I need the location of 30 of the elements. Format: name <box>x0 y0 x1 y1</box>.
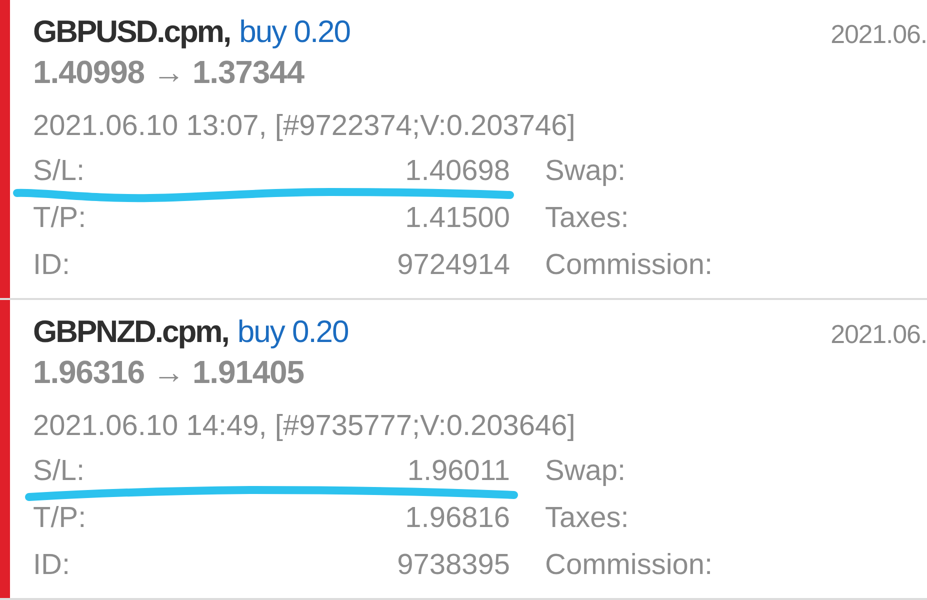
trade-card[interactable]: GBPNZD.cpm, buy 0.20 2021.06. 1.96316 → 1.91405 2021.06.10 14:49, [#9735777;V:0.203646] S/L: 1.96011 Swap: T/P: 1.96816 Taxes: ID: 9738395 Commission: <box>0 300 927 600</box>
field-label: Taxes: <box>545 202 629 232</box>
price-range: 1.40998 → 1.37344 <box>33 54 304 90</box>
order-label: buy 0.20 <box>237 313 348 351</box>
field-value: 1.40698 <box>405 156 510 186</box>
field-label: T/P: <box>33 502 86 532</box>
order-info: 2021.06.10 13:07, [#9722374;V:0.203746] <box>33 109 576 144</box>
field-label: Swap: <box>545 156 626 186</box>
symbol-name: GBPUSD.cpm, <box>33 13 230 51</box>
field-label: Commission: <box>545 250 713 280</box>
field-label: ID: <box>33 250 70 280</box>
symbol-name: GBPNZD.cpm, <box>33 313 228 351</box>
order-label: buy 0.20 <box>239 13 350 51</box>
field-label: Swap: <box>545 456 626 486</box>
field-label: Taxes: <box>545 502 629 532</box>
close-date: 2021.06. <box>830 318 927 351</box>
field-value: 9724914 <box>397 250 510 280</box>
close-date: 2021.06. <box>830 18 927 51</box>
field-label: S/L: <box>33 456 85 486</box>
field-value: 1.96816 <box>405 502 510 532</box>
price-range: 1.96316 → 1.91405 <box>33 354 304 390</box>
field-value: 1.41500 <box>405 202 510 232</box>
field-value: 9738395 <box>397 550 510 580</box>
field-label: ID: <box>33 550 70 580</box>
trade-card[interactable]: GBPUSD.cpm, buy 0.20 2021.06. 1.40998 → 1.37344 2021.06.10 13:07, [#9722374;V:0.203746] S/L: 1.40698 Swap: T/P: 1.41500 Taxes: ID: 9724914 Commission: <box>0 0 927 300</box>
field-value: 1.96011 <box>407 456 510 486</box>
order-info: 2021.06.10 14:49, [#9735777;V:0.203646] <box>33 409 576 444</box>
field-label: S/L: <box>33 156 85 186</box>
field-label: Commission: <box>545 550 713 580</box>
field-label: T/P: <box>33 202 86 232</box>
